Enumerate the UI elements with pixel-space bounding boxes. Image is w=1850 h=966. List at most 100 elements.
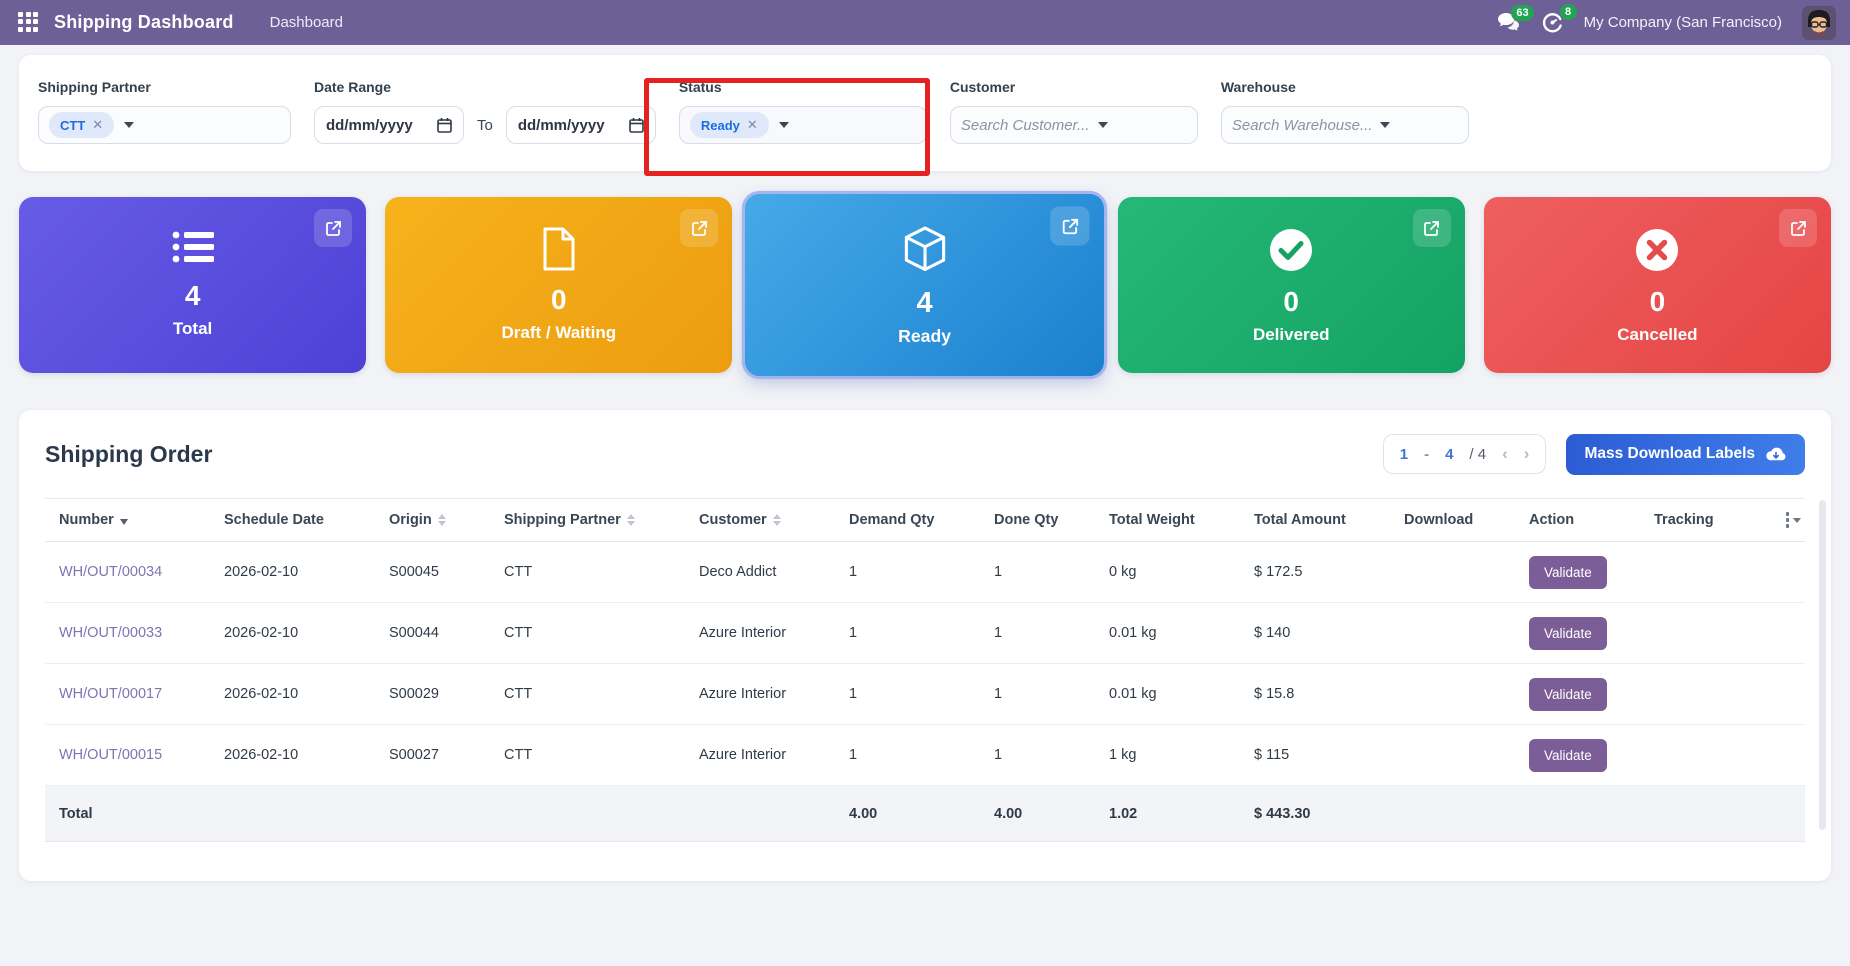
card-delivered-label: Delivered	[1253, 325, 1330, 345]
messages-button[interactable]: 63	[1497, 12, 1521, 34]
activities-count-badge: 8	[1560, 4, 1577, 20]
column-header-number[interactable]: Number	[45, 512, 210, 528]
table-total-row: Total4.004.001.02$ 443.30	[45, 786, 1805, 842]
column-label: Schedule Date	[224, 512, 324, 528]
card-total-value: 4	[185, 280, 201, 312]
column-label: Number	[59, 512, 114, 528]
top-navbar: Shipping Dashboard Dashboard 63 8 My Com…	[0, 0, 1850, 45]
sort-desc-icon	[120, 519, 128, 525]
messages-count-badge: 63	[1511, 5, 1533, 21]
cell-schedule_date: 2026-02-10	[210, 564, 375, 580]
filter-date-range: Date Range dd/mm/yyyy To dd/mm/yyyy	[314, 79, 656, 171]
cell-done_qty: 1	[980, 747, 1095, 763]
pagination-first[interactable]: 1	[1400, 446, 1408, 463]
column-label: Done Qty	[994, 512, 1058, 528]
cell-number[interactable]: WH/OUT/00017	[45, 686, 210, 702]
filter-customer: Customer Search Customer...	[950, 79, 1198, 171]
remove-partner-tag-icon[interactable]: ✕	[92, 117, 103, 133]
column-label: Download	[1404, 512, 1473, 528]
remove-status-tag-icon[interactable]: ✕	[747, 117, 758, 133]
optional-columns-icon[interactable]	[1786, 512, 1802, 528]
cell-partner: CTT	[490, 564, 685, 580]
card-ready[interactable]: 4 Ready	[745, 194, 1104, 376]
column-label: Customer	[699, 512, 767, 528]
warehouse-search-input[interactable]: Search Warehouse...	[1221, 106, 1469, 144]
status-select[interactable]: Ready ✕	[679, 106, 927, 144]
column-header-demand_qty[interactable]: Demand Qty	[835, 512, 980, 528]
date-to-input[interactable]: dd/mm/yyyy	[506, 106, 656, 144]
cell-number[interactable]: WH/OUT/00033	[45, 625, 210, 641]
column-header-total_amount[interactable]: Total Amount	[1240, 512, 1390, 528]
card-delivered[interactable]: 0 Delivered	[1118, 197, 1465, 373]
activities-button[interactable]: 8	[1541, 11, 1564, 34]
column-header-download[interactable]: Download	[1390, 512, 1515, 528]
total-total_weight: 1.02	[1095, 806, 1240, 822]
shipping-partner-select[interactable]: CTT ✕	[38, 106, 291, 144]
partner-tag-label: CTT	[60, 118, 85, 133]
external-link-icon	[1789, 219, 1808, 238]
total-number: Total	[45, 806, 210, 822]
column-header-action[interactable]: Action	[1515, 512, 1640, 528]
cell-demand_qty: 1	[835, 625, 980, 641]
cube-icon	[902, 225, 948, 273]
column-label: Total Weight	[1109, 512, 1195, 528]
column-label: Total Amount	[1254, 512, 1346, 528]
cell-number[interactable]: WH/OUT/00015	[45, 747, 210, 763]
card-cancelled-value: 0	[1650, 286, 1666, 318]
card-cancelled[interactable]: 0 Cancelled	[1484, 197, 1831, 373]
open-draft-button[interactable]	[680, 209, 718, 247]
page-title: Shipping Order	[45, 441, 212, 468]
partner-tag: CTT ✕	[49, 112, 114, 138]
date-from-input[interactable]: dd/mm/yyyy	[314, 106, 464, 144]
table-scrollbar[interactable]	[1819, 500, 1826, 830]
column-header-partner[interactable]: Shipping Partner	[490, 512, 685, 528]
column-header-origin[interactable]: Origin	[375, 512, 490, 528]
cell-number[interactable]: WH/OUT/00034	[45, 564, 210, 580]
cell-origin: S00029	[375, 686, 490, 702]
validate-button[interactable]: Validate	[1529, 617, 1607, 650]
cell-action: Validate	[1515, 617, 1640, 650]
cell-total_amount: $ 115	[1240, 747, 1390, 763]
card-draft-waiting[interactable]: 0 Draft / Waiting	[385, 197, 732, 373]
nav-menu-dashboard[interactable]: Dashboard	[260, 1, 353, 44]
pagination-next-icon[interactable]: ›	[1524, 444, 1530, 464]
open-delivered-button[interactable]	[1413, 209, 1451, 247]
column-header-tracking[interactable]: Tracking	[1640, 512, 1760, 528]
pagination-prev-icon[interactable]: ‹	[1502, 444, 1508, 464]
validate-button[interactable]: Validate	[1529, 678, 1607, 711]
customer-placeholder: Search Customer...	[961, 117, 1090, 134]
chevron-down-icon	[779, 122, 789, 128]
apps-grid-icon[interactable]	[18, 12, 40, 34]
sort-updown-icon	[773, 514, 781, 526]
column-header-done_qty[interactable]: Done Qty	[980, 512, 1095, 528]
validate-button[interactable]: Validate	[1529, 556, 1607, 589]
total-total_amount: $ 443.30	[1240, 806, 1390, 822]
user-avatar[interactable]	[1802, 6, 1836, 40]
cell-demand_qty: 1	[835, 564, 980, 580]
column-header-total_weight[interactable]: Total Weight	[1095, 512, 1240, 528]
open-ready-button[interactable]	[1051, 206, 1090, 245]
cell-total_weight: 0 kg	[1095, 564, 1240, 580]
status-tag-label: Ready	[701, 118, 740, 133]
card-ready-label: Ready	[899, 326, 952, 347]
cell-partner: CTT	[490, 625, 685, 641]
column-label: Action	[1529, 512, 1574, 528]
card-total[interactable]: 4 Total	[19, 197, 366, 373]
cell-schedule_date: 2026-02-10	[210, 625, 375, 641]
customer-search-input[interactable]: Search Customer...	[950, 106, 1198, 144]
card-ready-value: 4	[917, 286, 933, 319]
column-header-schedule_date[interactable]: Schedule Date	[210, 512, 375, 528]
validate-button[interactable]: Validate	[1529, 739, 1607, 772]
pagination-last[interactable]: 4	[1445, 446, 1453, 463]
open-total-button[interactable]	[314, 209, 352, 247]
mass-download-label-text: Mass Download Labels	[1584, 445, 1755, 463]
cell-demand_qty: 1	[835, 686, 980, 702]
open-cancelled-button[interactable]	[1779, 209, 1817, 247]
cell-demand_qty: 1	[835, 747, 980, 763]
mass-download-labels-button[interactable]: Mass Download Labels	[1566, 434, 1805, 475]
company-switcher[interactable]: My Company (San Francisco)	[1584, 14, 1782, 31]
column-header-customer[interactable]: Customer	[685, 512, 835, 528]
shipping-order-table: Number Schedule Date OriginShipping Partne…	[45, 498, 1805, 842]
cell-origin: S00044	[375, 625, 490, 641]
status-tag: Ready ✕	[690, 112, 769, 138]
